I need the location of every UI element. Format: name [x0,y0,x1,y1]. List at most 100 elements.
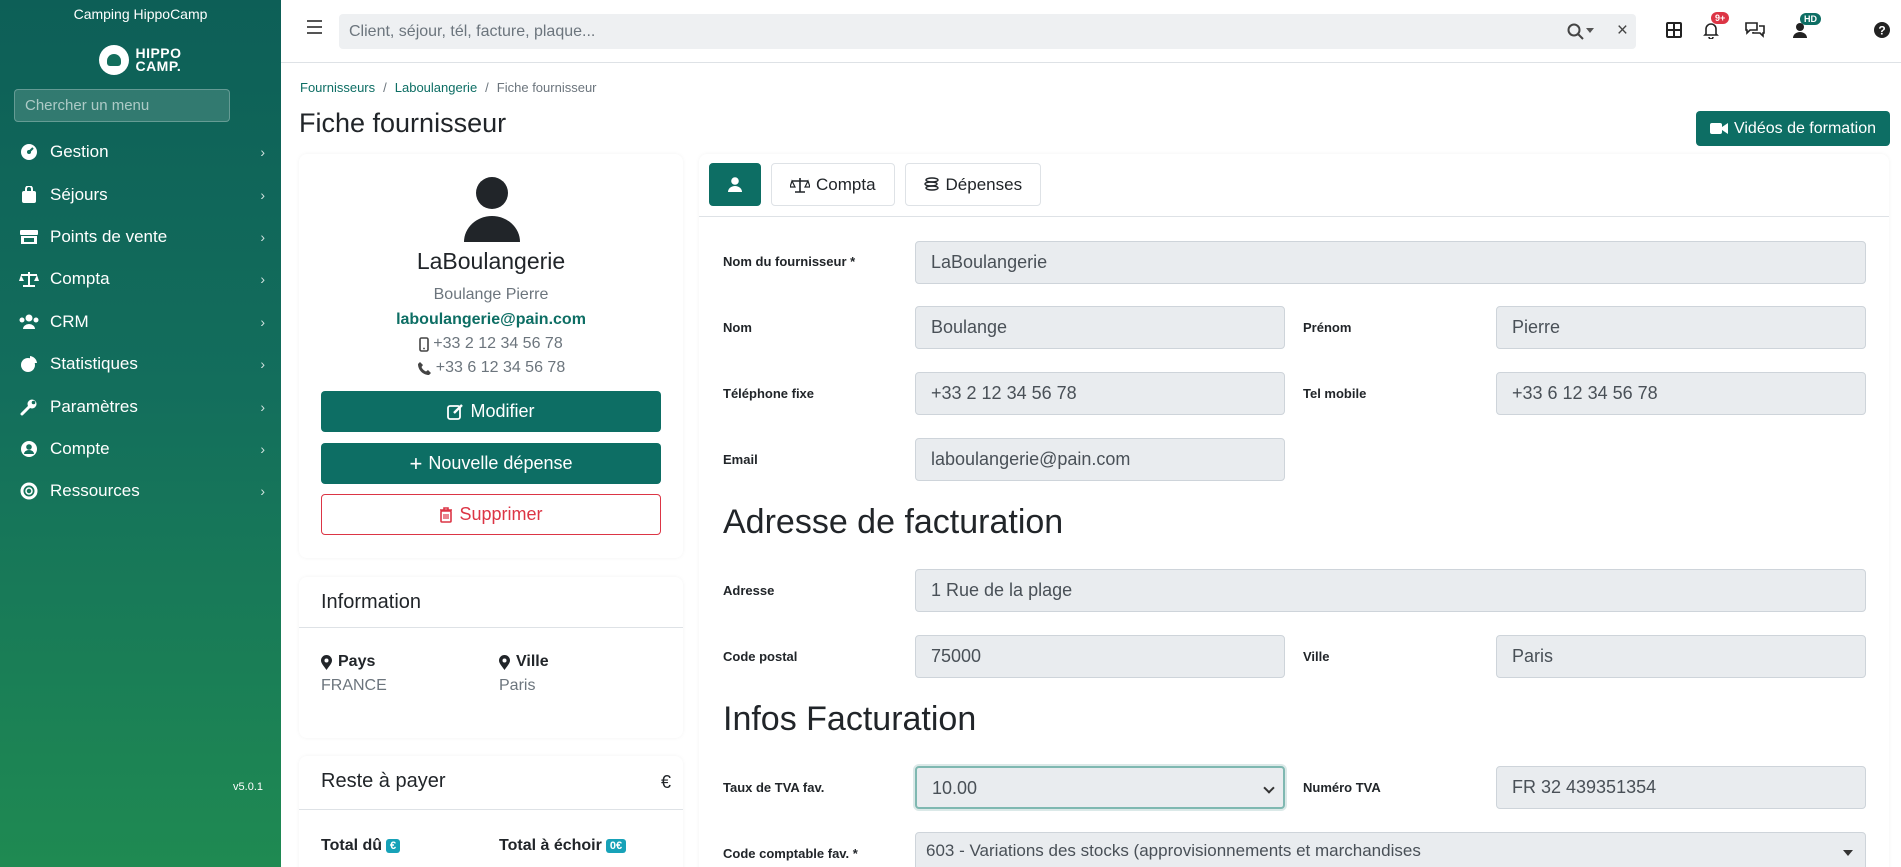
tab-depenses-label: Dépenses [945,174,1023,194]
topbar: Client, séjour, tél, facture, plaque... … [281,0,1901,63]
chevron-right-icon: › [260,228,265,245]
tab-depenses[interactable]: Dépenses [904,163,1042,206]
billing-info-title: Infos Facturation [723,700,977,738]
supplier-avatar-icon [464,177,520,242]
balance-due-title: Reste à payer [321,770,446,792]
supplier-name-field[interactable]: LaBoulangerie [915,241,1866,284]
account-code-select[interactable]: 603 - Variations des stocks (approvision… [915,832,1866,867]
chevron-right-icon: › [260,186,265,203]
phone-icon [417,361,431,375]
training-videos-label: Vidéos de formation [1733,119,1876,137]
mobile-label: Tel mobile [1303,386,1367,401]
user-circle-icon [18,440,40,458]
country-value: FRANCE [321,677,387,694]
store-icon [18,228,40,246]
lifebuoy-icon [18,482,40,500]
supplier-name: LaBoulangerie [416,248,566,274]
phone-field[interactable]: +33 2 12 34 56 78 [915,372,1285,415]
tab-profile[interactable] [709,163,761,206]
notifications-bell-icon[interactable]: 9+ [1699,12,1730,42]
sidebar-item-points-de-vente[interactable]: Points de vente › [0,216,281,258]
caret-down-icon [1843,850,1853,856]
total-pending-label: Total à échoir [499,837,602,854]
sidebar-item-label: Ressources [50,481,140,501]
sidebar-item-parametres[interactable]: Paramètres › [0,385,281,427]
account-code-label: Code comptable fav. * [723,846,858,861]
help-icon[interactable]: ? [1870,18,1894,42]
city-field[interactable]: Paris [1496,635,1866,678]
sidebar-item-crm[interactable]: CRM › [0,301,281,343]
breadcrumb-item-laboulangerie[interactable]: Laboulangerie [395,80,477,95]
sidebar-item-compte[interactable]: Compte › [0,428,281,470]
billing-address-title: Adresse de facturation [723,503,1064,541]
bag-icon [18,185,40,204]
sidebar-item-label: Points de vente [50,226,168,246]
chevron-right-icon: › [260,356,265,373]
map-marker-icon [321,654,332,670]
grid-icon[interactable] [1662,18,1686,42]
messages-icon[interactable] [1743,18,1767,42]
sidebar-nav: Gestion › Séjours › Points de vente › Co… [0,131,281,513]
divider [699,216,1889,217]
contact-phone-fixed[interactable]: +33 2 12 34 56 78 [299,335,683,353]
last-name-label: Nom [723,320,752,335]
last-name-field[interactable]: Boulange [915,306,1285,349]
video-camera-icon [1709,123,1728,134]
supplier-profile-card: LaBoulangerie Boulange Pierre laboulange… [299,154,683,558]
breadcrumb-current: Fiche fournisseur [496,80,597,95]
search-icon[interactable] [1567,23,1584,45]
edit-supplier-label: Modifier [470,401,535,421]
new-expense-button[interactable]: + Nouvelle dépense [321,443,661,484]
total-pending-badge: 0€ [605,839,627,853]
search-dropdown-icon[interactable] [1586,28,1594,33]
user-account-icon[interactable]: HD [1788,13,1821,42]
hippo-logo-icon [99,45,130,75]
delete-supplier-button[interactable]: Supprimer [321,494,661,535]
training-videos-button[interactable]: Vidéos de formation [1696,111,1890,146]
supplier-name-label: Nom du fournisseur * [723,254,856,269]
global-search-bar[interactable]: Client, séjour, tél, facture, plaque... … [339,14,1636,49]
clear-search-icon[interactable]: × [1617,20,1628,42]
city-field-label: Ville [1303,649,1330,664]
app-logo[interactable]: HIPPO CAMP. [0,44,281,76]
sidebar-item-ressources[interactable]: Ressources › [0,470,281,512]
sidebar-item-label: Compta [50,269,110,289]
chevron-right-icon: › [260,271,265,288]
zip-label: Code postal [723,649,798,664]
mobile-field[interactable]: +33 6 12 34 56 78 [1496,372,1866,415]
sidebar-item-statistiques[interactable]: Statistiques › [0,343,281,385]
address-field[interactable]: 1 Rue de la plage [915,569,1866,612]
total-pending: Total à échoir 0€ [499,837,627,855]
vat-rate-select[interactable]: 10.00 [915,766,1285,809]
coins-icon [923,176,939,191]
global-search-input[interactable]: Client, séjour, tél, facture, plaque... [349,23,595,41]
email-field[interactable]: laboulangerie@pain.com [915,438,1285,481]
camp-name: Camping HippoCamp [73,6,208,22]
hamburger-menu-icon[interactable] [307,20,322,34]
sidebar-item-label: Statistiques [50,354,138,374]
sidebar-item-label: Séjours [50,184,108,204]
edit-icon [447,404,464,420]
balance-due-card: Reste à payer € Total dû € Total à échoi… [299,756,683,867]
breadcrumb-separator: / [485,80,489,95]
breadcrumb-item-fournisseurs[interactable]: Fournisseurs [300,80,375,95]
tab-compta[interactable]: Compta [771,163,895,206]
zip-field[interactable]: 75000 [915,635,1285,678]
sidebar-item-sejours[interactable]: Séjours › [0,173,281,215]
edit-supplier-button[interactable]: Modifier [321,391,661,432]
sidebar-item-label: CRM [50,311,89,331]
country-label-text: Pays [338,653,376,670]
first-name-field[interactable]: Pierre [1496,306,1866,349]
delete-supplier-label: Supprimer [459,504,543,524]
contact-phone-mobile[interactable]: +33 6 12 34 56 78 [299,359,683,377]
phone-mobile-value: +33 6 12 34 56 78 [435,359,566,376]
vat-number-field[interactable]: FR 32 439351354 [1496,766,1866,809]
sidebar-item-compta[interactable]: Compta › [0,258,281,300]
contact-email-link[interactable]: laboulangerie@pain.com [299,311,683,329]
user-initials-badge: HD [1800,13,1821,25]
sidebar-item-label: Paramètres [50,396,138,416]
first-name-label: Prénom [1303,320,1352,335]
menu-search-input[interactable]: Chercher un menu [14,89,230,122]
address-label: Adresse [723,583,775,598]
sidebar-item-gestion[interactable]: Gestion › [0,131,281,173]
